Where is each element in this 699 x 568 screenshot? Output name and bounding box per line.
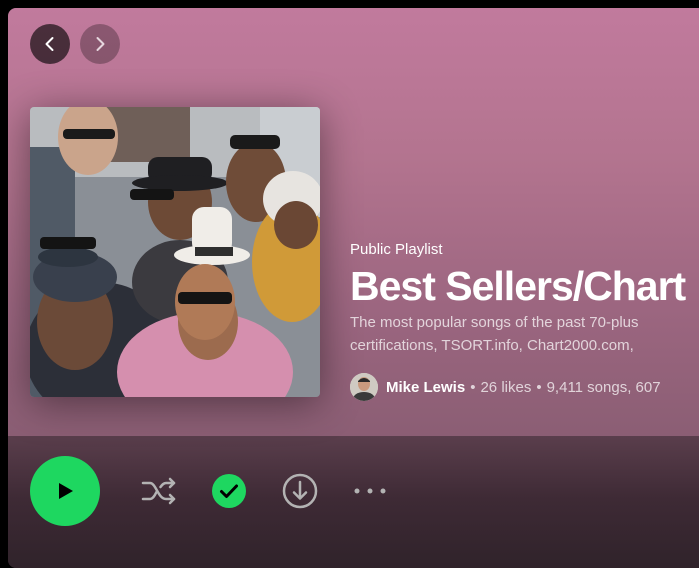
play-button[interactable] [30,456,100,526]
separator-dot: • [470,378,476,396]
songs-count: 9,411 songs, 607 [546,378,661,396]
forward-button[interactable] [80,24,120,64]
shuffle-button[interactable] [140,473,180,509]
download-icon [282,473,318,509]
more-options-button[interactable] [350,473,390,509]
back-button[interactable] [30,24,70,64]
description-line-1: The most popular songs of the past 70-pl… [350,314,639,331]
playlist-type-label: Public Playlist [350,241,443,258]
shuffle-icon [141,477,176,505]
check-circle-icon [212,474,246,508]
more-dots-icon [354,488,386,494]
description-line-2: certifications, TSORT.info, Chart2000.co… [350,337,634,354]
playlist-title: Best Sellers/Chart [350,263,686,309]
likes-count: 26 likes [480,378,532,396]
owner-avatar[interactable] [350,373,378,401]
play-icon [59,483,73,499]
separator-dot: • [536,378,542,396]
chevron-right-icon [96,37,105,51]
download-button[interactable] [280,473,320,509]
playlist-cover-image[interactable] [30,107,320,397]
playlist-description: The most popular songs of the past 70-pl… [350,311,639,357]
owner-name-link[interactable]: Mike Lewis [386,379,465,396]
saved-to-library-button[interactable] [211,473,247,509]
playlist-owner-row: Mike Lewis • 26 likes • 9,411 songs, 607 [350,373,661,401]
cover-artwork [30,107,320,397]
avatar-image [350,373,378,401]
chevron-left-icon [45,37,54,51]
